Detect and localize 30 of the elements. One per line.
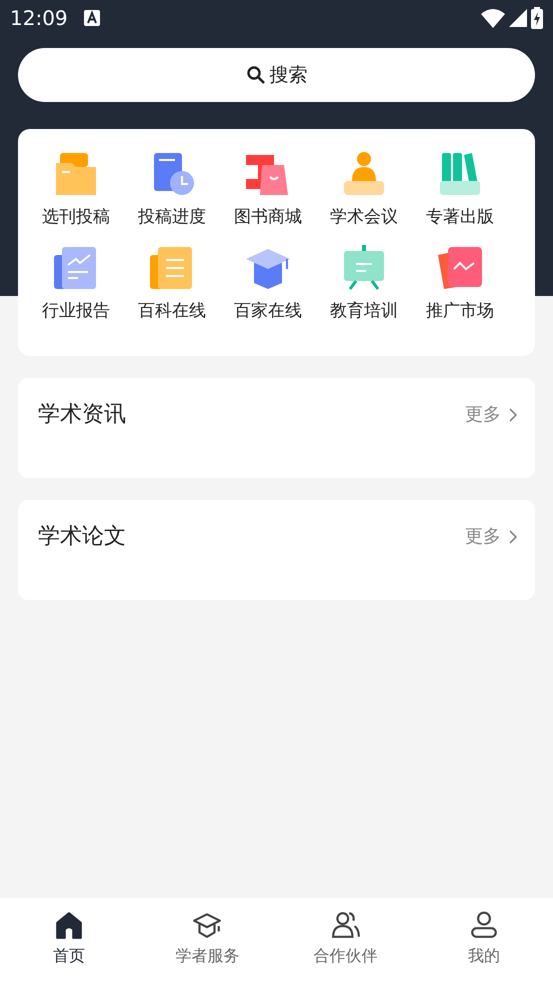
- nav-tab[interactable]: 合作伙伴: [276, 898, 415, 984]
- more-link[interactable]: 更多: [465, 401, 517, 428]
- service-label[interactable]: 学术会议: [330, 205, 398, 230]
- chevron-right-icon: [509, 530, 517, 544]
- service-label[interactable]: 投稿进度: [138, 205, 206, 230]
- search-icon: [246, 65, 266, 85]
- clock: 12:09: [10, 5, 68, 32]
- person-icon: [468, 910, 499, 940]
- service-label[interactable]: 教育培训: [330, 298, 398, 324]
- service-label[interactable]: 百家在线: [234, 298, 302, 324]
- section-title: 学术论文: [38, 523, 126, 551]
- service-label[interactable]: 百科在线: [138, 298, 206, 324]
- wifi-icon: [481, 8, 505, 28]
- section-title: 学术资讯: [38, 401, 126, 429]
- search-field[interactable]: 搜索: [18, 48, 535, 102]
- more-link[interactable]: 更多: [465, 523, 517, 550]
- chevron-right-icon: [509, 408, 517, 422]
- home-icon: [54, 910, 84, 940]
- graduation-cap-icon: [192, 910, 222, 940]
- nav-tab[interactable]: 首页: [0, 898, 138, 984]
- battery-icon: [531, 7, 543, 29]
- service-label[interactable]: 推广市场: [426, 298, 494, 324]
- service-label[interactable]: 选刊投稿: [42, 205, 110, 230]
- service-label[interactable]: 专著出版: [426, 205, 494, 230]
- signal-icon: [509, 9, 527, 27]
- nav-tab[interactable]: 学者服务: [138, 898, 276, 984]
- people-icon: [330, 910, 361, 940]
- service-label[interactable]: 行业报告: [42, 298, 110, 324]
- service-label[interactable]: 图书商城: [234, 205, 302, 230]
- nav-tab[interactable]: 我的: [414, 898, 553, 984]
